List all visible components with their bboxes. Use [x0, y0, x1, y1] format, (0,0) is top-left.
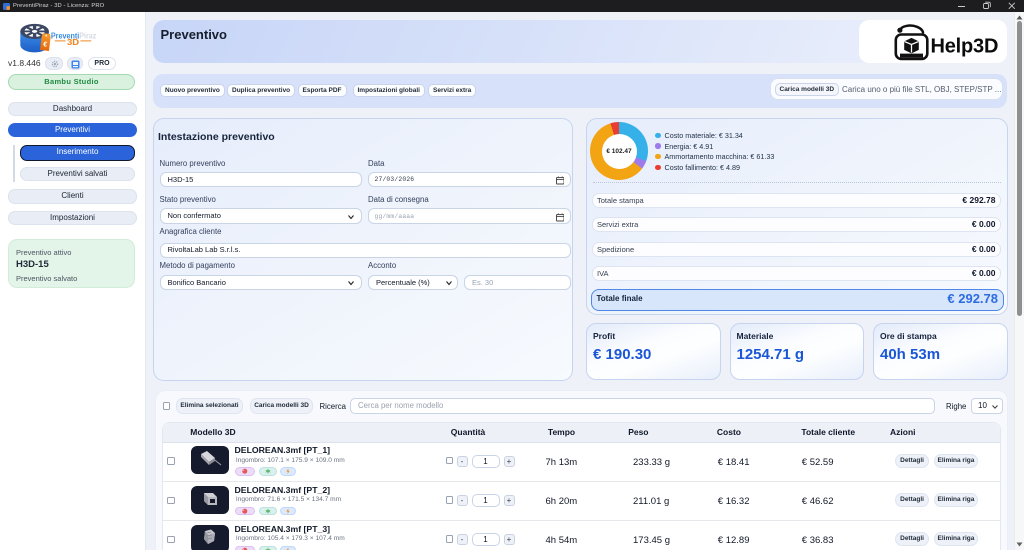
svg-text:3D: 3D	[67, 37, 79, 47]
svg-text:Help3D: Help3D	[931, 36, 999, 58]
